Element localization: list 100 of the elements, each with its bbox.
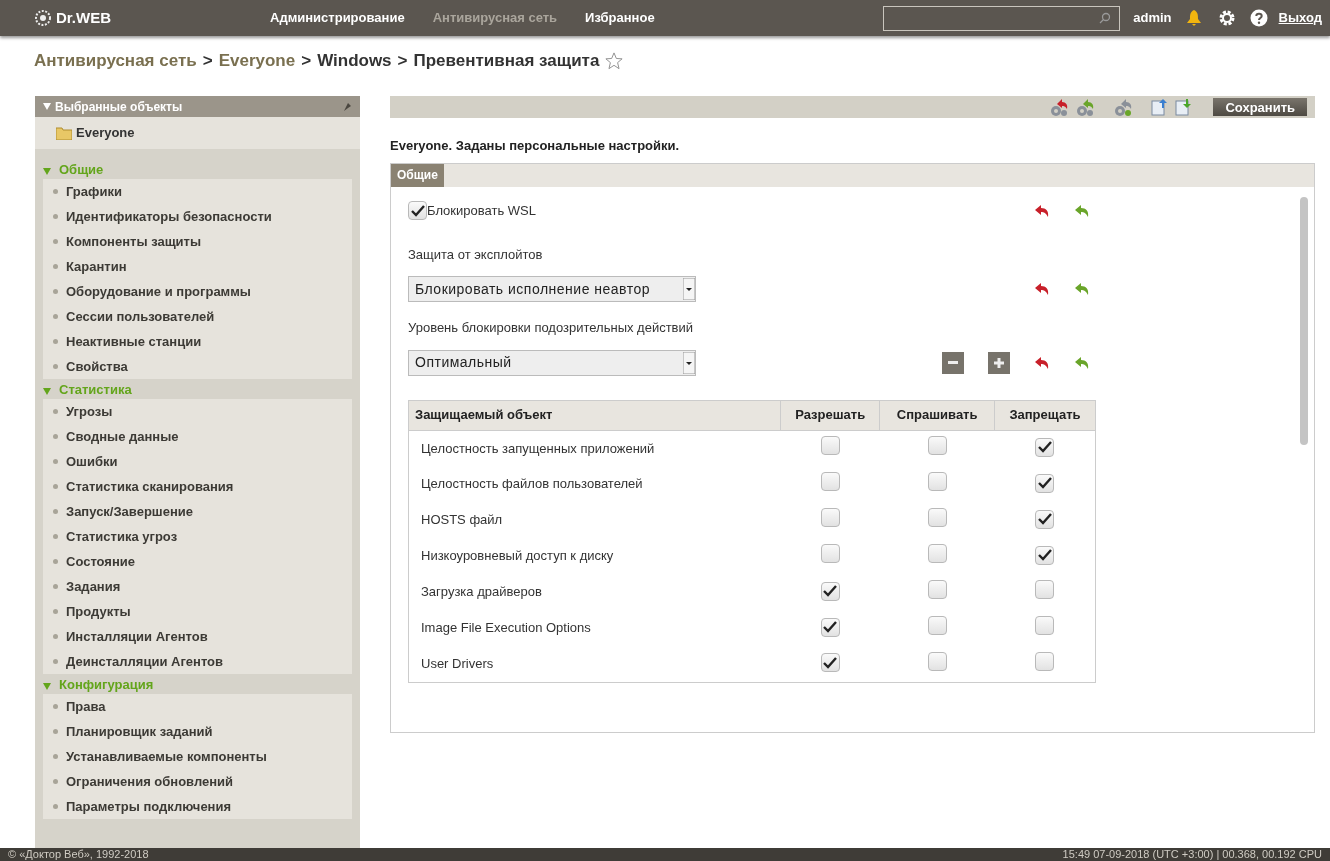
logo[interactable]: Dr.WEB: [56, 6, 111, 30]
deny-checkbox[interactable]: [1035, 473, 1055, 493]
status-message: Everyone. Заданы персональные настройки.: [390, 137, 681, 155]
deny-checkbox[interactable]: [1035, 579, 1055, 599]
save-button[interactable]: Сохранить: [1213, 98, 1307, 116]
expanded-triangle-icon[interactable]: [43, 167, 51, 175]
allow-checkbox[interactable]: [820, 507, 840, 527]
dropdown[interactable]: Оптимальный: [408, 349, 696, 376]
sidebar-link[interactable]: Права: [66, 696, 106, 717]
column-header: Запрещать: [994, 400, 1096, 430]
expanded-triangle-icon[interactable]: [43, 682, 51, 690]
checkbox[interactable]: [408, 201, 427, 220]
revert-arrow-icon[interactable]: [1034, 282, 1050, 296]
breadcrumb-link[interactable]: Антивирусная сеть: [34, 48, 197, 74]
sidebar-link[interactable]: Состояние: [66, 551, 135, 572]
star-icon[interactable]: [605, 52, 624, 70]
sidebar-title: Выбранные объекты: [55, 98, 183, 116]
sidebar-link[interactable]: Свойства: [66, 356, 128, 377]
sidebar-link[interactable]: Деинсталляции Агентов: [66, 651, 224, 672]
field-label: Защита от эксплойтов: [408, 245, 544, 264]
plus-icon: [994, 357, 1004, 368]
pin-icon[interactable]: [342, 101, 352, 112]
breadcrumb-item: Превентивная защита: [413, 50, 600, 73]
sidebar-link[interactable]: Запуск/Завершение: [66, 501, 193, 522]
table-cell: Image File Execution Options: [408, 610, 781, 646]
deny-checkbox[interactable]: [1035, 509, 1055, 529]
help-icon[interactable]: [1249, 9, 1268, 27]
scrollbar[interactable]: [1300, 196, 1308, 445]
gear-arrow-icon[interactable]: [1113, 97, 1134, 117]
breadcrumb-item: >: [397, 50, 408, 73]
sidebar-link[interactable]: Неактивные станции: [66, 331, 202, 352]
allow-checkbox[interactable]: [820, 617, 840, 637]
ask-checkbox[interactable]: [927, 579, 947, 599]
copyright: © «Доктор Веб», 1992-2018: [8, 849, 149, 860]
breadcrumb-link[interactable]: Everyone: [218, 48, 296, 74]
collapse-triangle-icon[interactable]: [43, 103, 51, 110]
sidebar-link[interactable]: Продукты: [66, 601, 131, 622]
bell-icon[interactable]: [1185, 9, 1202, 27]
sidebar-link[interactable]: Ограничения обновлений: [66, 771, 234, 792]
decrease-button[interactable]: [942, 351, 964, 374]
column-header: Разрешать: [780, 400, 880, 430]
apply-arrow-icon[interactable]: [1074, 282, 1090, 296]
sidebar-link[interactable]: Задания: [66, 576, 121, 597]
dropdown[interactable]: Блокировать исполнение неавтор: [408, 276, 696, 302]
search-icon: [1099, 12, 1112, 24]
sidebar-link[interactable]: Планировщик заданий: [66, 721, 213, 742]
download-icon[interactable]: [1175, 98, 1194, 116]
ask-checkbox[interactable]: [927, 507, 947, 527]
apply-arrow-icon[interactable]: [1074, 355, 1090, 370]
revert-arrow-icon[interactable]: [1034, 355, 1050, 370]
gear-arrow-icon[interactable]: [1075, 97, 1096, 117]
sidebar-link[interactable]: Сводные данные: [66, 426, 179, 447]
sidebar-link[interactable]: Ошибки: [66, 451, 118, 472]
allow-checkbox[interactable]: [820, 543, 840, 563]
deny-checkbox[interactable]: [1035, 615, 1055, 635]
ask-checkbox[interactable]: [927, 436, 947, 455]
settings-icon[interactable]: [1217, 9, 1236, 27]
table-cell: Целостность запущенных приложений: [408, 430, 781, 466]
minus-icon: [948, 360, 958, 365]
search-field[interactable]: [883, 5, 1121, 31]
deny-checkbox[interactable]: [1035, 545, 1055, 565]
sidebar-link[interactable]: Статистика угроз: [66, 526, 178, 547]
sidebar-link[interactable]: Компоненты защиты: [66, 231, 202, 252]
ask-checkbox[interactable]: [927, 543, 947, 563]
sidebar-link[interactable]: Статистика сканирования: [66, 476, 234, 497]
sidebar-link[interactable]: Инсталляции Агентов: [66, 626, 208, 647]
allow-checkbox[interactable]: [820, 471, 840, 491]
sidebar-link[interactable]: Угрозы: [66, 401, 113, 422]
nav-tab[interactable]: Администрирование: [270, 8, 405, 28]
table-cell: Низкоуровневый доступ к диску: [408, 538, 781, 574]
table-cell: Загрузка драйверов: [408, 574, 781, 610]
sidebar-link[interactable]: Идентификаторы безопасности: [66, 206, 272, 227]
increase-button[interactable]: [988, 351, 1010, 374]
sidebar-link[interactable]: Устанавливаемые компоненты: [66, 746, 267, 767]
revert-arrow-icon[interactable]: [1034, 203, 1050, 218]
sidebar-link[interactable]: Сессии пользователей: [66, 306, 215, 327]
deny-checkbox[interactable]: [1035, 651, 1055, 671]
allow-checkbox[interactable]: [820, 653, 840, 673]
gear-arrow-icon[interactable]: [1049, 97, 1070, 117]
selected-object[interactable]: Everyone: [76, 123, 135, 143]
logout-link[interactable]: Выход: [1278, 8, 1322, 28]
deny-checkbox[interactable]: [1035, 437, 1055, 457]
ask-checkbox[interactable]: [927, 651, 947, 671]
sidebar-link[interactable]: Карантин: [66, 256, 127, 277]
breadcrumb-item: Windows: [317, 50, 392, 73]
breadcrumb-item: >: [202, 50, 213, 73]
apply-arrow-icon[interactable]: [1074, 203, 1090, 218]
checkbox-label[interactable]: Блокировать WSL: [427, 200, 536, 221]
ask-checkbox[interactable]: [927, 471, 947, 491]
tab[interactable]: Общие: [391, 163, 444, 187]
nav-tab[interactable]: Избранное: [585, 8, 655, 28]
expanded-triangle-icon[interactable]: [43, 387, 51, 395]
allow-checkbox[interactable]: [820, 436, 840, 455]
username[interactable]: admin: [1133, 8, 1172, 28]
sidebar-link[interactable]: Графики: [66, 181, 122, 202]
ask-checkbox[interactable]: [927, 615, 947, 635]
sidebar-link[interactable]: Оборудование и программы: [66, 281, 251, 302]
allow-checkbox[interactable]: [820, 581, 840, 601]
upload-icon[interactable]: [1151, 98, 1170, 116]
sidebar-link[interactable]: Параметры подключения: [66, 796, 232, 817]
